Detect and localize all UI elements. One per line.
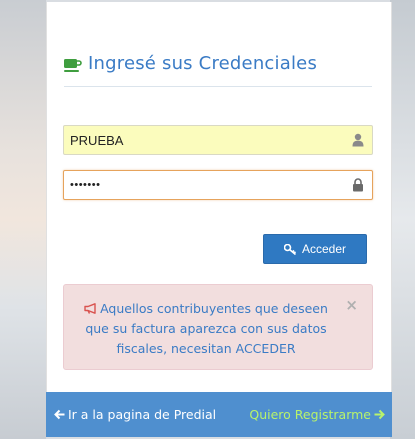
info-alert: Aquellos contribuyentes que deseen que s… xyxy=(63,284,373,370)
card-footer: Ir a la pagina de Predial Quiero Registr… xyxy=(46,392,392,437)
coffee-icon xyxy=(64,59,82,72)
password-field[interactable] xyxy=(63,170,373,200)
background-left xyxy=(0,0,46,439)
predial-link[interactable]: Ir a la pagina de Predial xyxy=(54,407,216,422)
alert-text: Aquellos contribuyentes que deseen que s… xyxy=(85,301,328,356)
alert-close-button[interactable]: × xyxy=(345,297,358,313)
username-input[interactable] xyxy=(64,127,340,153)
background-right xyxy=(390,0,415,439)
lock-icon xyxy=(353,178,363,192)
password-input[interactable] xyxy=(64,172,340,198)
acceder-button[interactable]: Acceder xyxy=(263,234,367,264)
user-icon xyxy=(352,133,364,147)
username-field[interactable] xyxy=(63,125,373,155)
login-card: Ingresé sus Credenciales Acceder Aquello… xyxy=(46,2,392,437)
alert-message: Aquellos contribuyentes que deseen que s… xyxy=(74,299,338,359)
key-icon xyxy=(283,243,297,255)
megaphone-icon xyxy=(84,303,96,314)
arrow-right-icon xyxy=(374,409,385,420)
arrow-left-icon xyxy=(54,409,65,420)
acceder-label: Acceder xyxy=(301,242,347,256)
login-title: Ingresé sus Credenciales xyxy=(88,53,318,74)
predial-link-label: Ir a la pagina de Predial xyxy=(68,407,217,422)
register-link-label: Quiero Registrarme xyxy=(249,407,371,422)
login-header: Ingresé sus Credenciales xyxy=(64,52,372,87)
register-link[interactable]: Quiero Registrarme xyxy=(249,407,385,422)
